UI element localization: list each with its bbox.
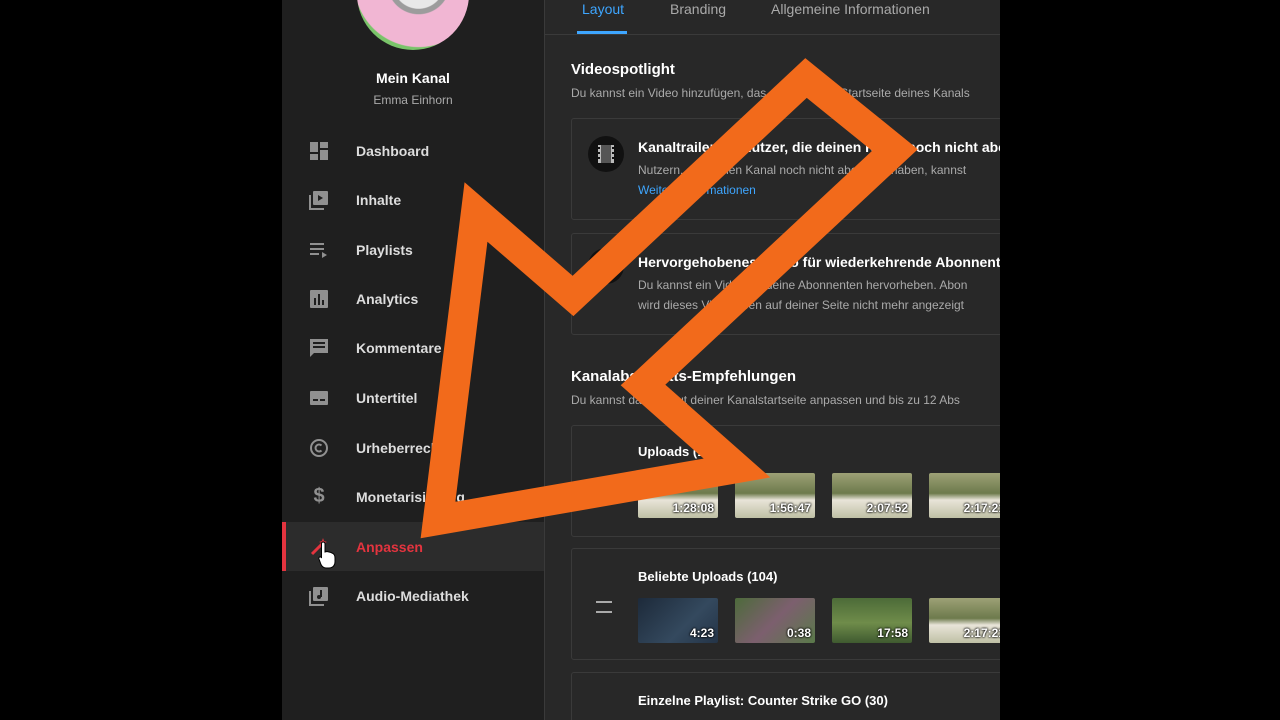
channel-title: Mein Kanal	[376, 70, 450, 86]
sidebar-item-label: Inhalte	[356, 191, 402, 208]
video-duration: 2:17:21	[963, 501, 1000, 515]
subtitles-icon	[308, 387, 330, 409]
sidebar-item-label: Urheberrecht	[356, 439, 444, 456]
sidebar-item-label: Dashboard	[356, 142, 430, 159]
comment-icon	[308, 337, 330, 359]
tab-general-info[interactable]: Allgemeine Informationen	[771, 1, 930, 17]
active-tab-indicator	[577, 31, 627, 34]
video-duration: 17:58	[877, 626, 908, 640]
video-thumbnail[interactable]: 17:58	[832, 598, 912, 643]
sidebar-item-analytics[interactable]: Analytics	[282, 274, 544, 323]
sidebar-item-dashboard[interactable]: Dashboard	[282, 126, 544, 175]
playlist-icon	[308, 239, 330, 261]
sidebar-item-label: Untertitel	[356, 389, 418, 406]
sections-title: Kanalabschnitts-Empfehlungen	[571, 368, 797, 385]
sidebar-item-label: Anpassen	[356, 538, 423, 555]
spotlight-description: Du kannst ein Video hinzufügen, das oben…	[571, 86, 970, 100]
drag-handle-icon[interactable]	[596, 478, 612, 490]
sidebar-item-label: Kommentare	[356, 339, 442, 356]
video-thumbnail[interactable]: 1:28:08	[638, 473, 718, 518]
tab-layout[interactable]: Layout	[582, 1, 624, 17]
trailer-title: Kanaltrailer für Nutzer, die deinen Kana…	[638, 139, 1000, 155]
tab-branding[interactable]: Branding	[670, 1, 726, 17]
channel-name: Emma Einhorn	[373, 93, 453, 107]
video-duration: 1:56:47	[769, 501, 811, 515]
video-thumbnail[interactable]: 2:07:52	[832, 473, 912, 518]
playlist-section-card[interactable]: Einzelne Playlist: Counter Strike GO (30…	[571, 672, 1000, 720]
audio-library-icon	[308, 585, 330, 607]
analytics-icon	[308, 288, 330, 310]
channel-avatar[interactable]	[357, 0, 469, 50]
video-thumbnail[interactable]: 2:17:21	[929, 473, 1000, 518]
featured-text-2: wird dieses Video oben auf deiner Seite …	[638, 298, 964, 312]
sidebar-item-playlists[interactable]: Playlists	[282, 225, 544, 274]
studio-window: Mein Kanal Emma Einhorn Dashboard Inhalt…	[282, 0, 1000, 720]
sidebar-item-label: Audio-Mediathek	[356, 587, 469, 604]
trailer-text: Nutzern, die deinen Kanal noch nicht abo…	[638, 163, 967, 177]
copyright-icon	[308, 437, 330, 459]
spotlight-title: Videospotlight	[571, 61, 675, 78]
sidebar-item-copyright[interactable]: Urheberrecht	[282, 423, 544, 472]
featured-text: Du kannst ein Video für deine Abonnenten…	[638, 278, 968, 292]
tab-bar: Layout Branding Allgemeine Informationen	[545, 0, 1000, 35]
content-icon	[308, 189, 330, 211]
video-thumbnail[interactable]: 2:17:21	[929, 598, 1000, 643]
film-icon	[588, 136, 624, 172]
uploads-section-card[interactable]: Uploads (1 1:28:08 1:56:47 2:07:52 2:17:…	[571, 425, 1000, 537]
sidebar-item-comments[interactable]: Kommentare	[282, 323, 544, 372]
channel-trailer-card[interactable]: Kanaltrailer für Nutzer, die deinen Kana…	[571, 118, 1000, 220]
popular-uploads-card[interactable]: Beliebte Uploads (104) 4:23 0:38 17:58 2…	[571, 548, 1000, 660]
sidebar-item-audio-library[interactable]: Audio-Mediathek	[282, 571, 544, 620]
video-thumbnail[interactable]: 4:23	[638, 598, 718, 643]
sections-description: Du kannst das Layout deiner Kanalstartse…	[571, 393, 960, 407]
learn-more-link[interactable]: Weitere Informationen	[638, 183, 756, 197]
dollar-icon: $	[313, 485, 325, 507]
sidebar: Mein Kanal Emma Einhorn Dashboard Inhalt…	[282, 0, 545, 720]
sidebar-item-label: Analytics	[356, 290, 419, 307]
hand-cursor-icon	[318, 541, 336, 569]
video-thumbnail[interactable]: 0:38	[735, 598, 815, 643]
video-duration: 2:07:52	[866, 501, 908, 515]
sidebar-item-label: Playlists	[356, 241, 413, 258]
video-thumbnail[interactable]: 1:56:47	[735, 473, 815, 518]
video-duration: 1:28:08	[672, 501, 714, 515]
popular-uploads-title: Beliebte Uploads (104)	[638, 569, 778, 584]
sidebar-item-subtitles[interactable]: Untertitel	[282, 373, 544, 422]
sidebar-item-content[interactable]: Inhalte	[282, 175, 544, 224]
sidebar-item-label: Monetarisierung	[356, 488, 465, 505]
uploads-title: Uploads (1	[638, 444, 705, 459]
video-duration: 2:17:21	[963, 626, 1000, 640]
featured-video-card[interactable]: Hervorgehobenes Video für wiederkehrende…	[571, 233, 1000, 335]
sidebar-item-monetization[interactable]: $ Monetarisierung	[282, 472, 544, 521]
video-duration: 4:23	[689, 626, 714, 640]
video-duration: 0:38	[786, 626, 811, 640]
main-content: Layout Branding Allgemeine Informationen…	[545, 0, 1000, 720]
featured-title: Hervorgehobenes Video für wiederkehrende…	[638, 254, 1000, 270]
drag-handle-icon[interactable]	[596, 601, 612, 613]
featured-icon	[588, 248, 624, 284]
playlist-section-title: Einzelne Playlist: Counter Strike GO (30…	[638, 693, 888, 708]
dashboard-icon	[308, 140, 330, 162]
